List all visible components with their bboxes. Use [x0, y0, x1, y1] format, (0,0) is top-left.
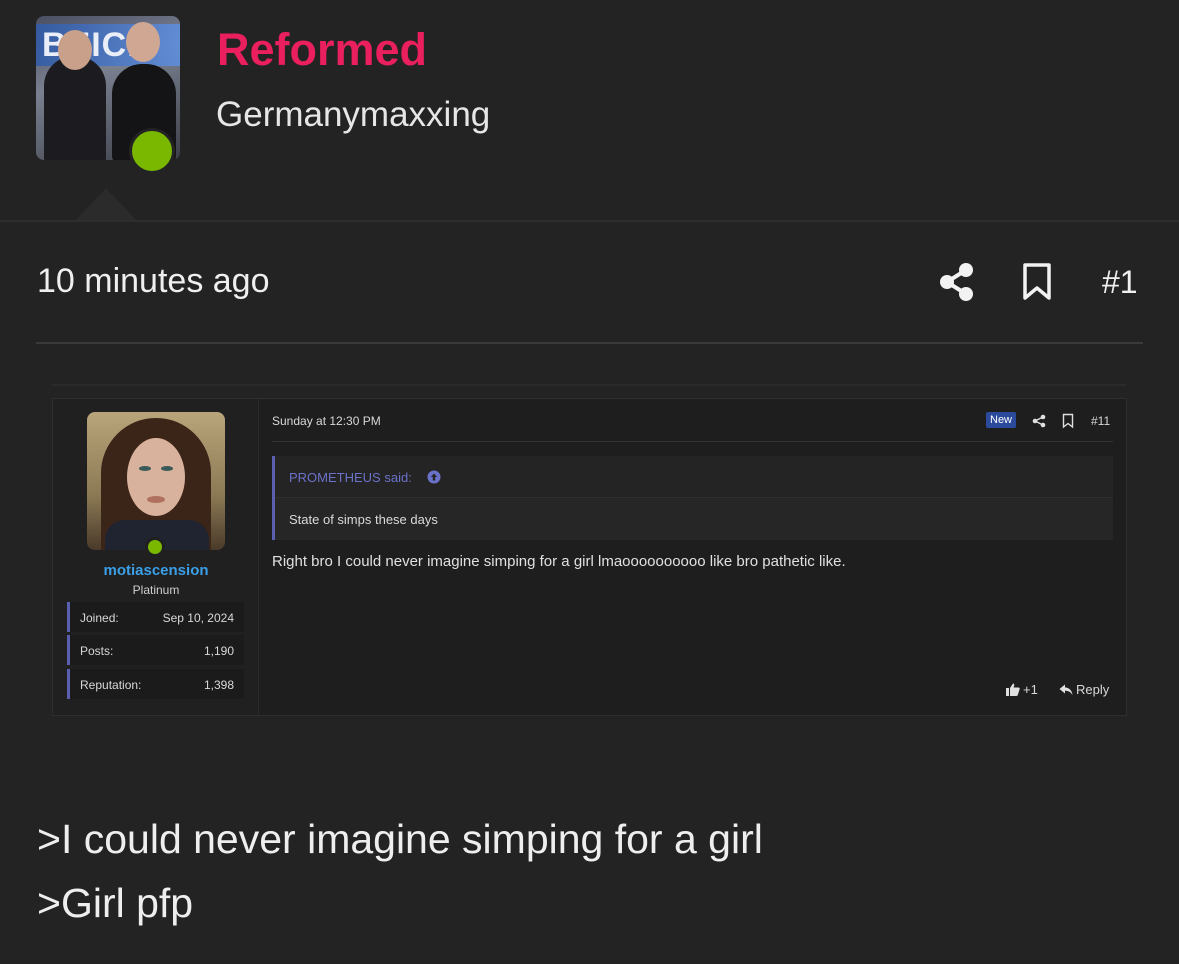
- post-text-line-1: >I could never imagine simping for a gir…: [37, 816, 763, 862]
- embed-avatar-lips: [147, 496, 165, 503]
- avatar-person-left: [44, 56, 106, 160]
- embed-stat-reputation: Reputation: 1,398: [67, 669, 244, 699]
- embed-post-main: Sunday at 12:30 PM New #11 PROMETHEUS sa…: [259, 399, 1126, 715]
- reply-label: Reply: [1076, 682, 1110, 697]
- quote-text: State of simps these days: [289, 512, 438, 527]
- quote-author[interactable]: PROMETHEUS said:: [289, 470, 412, 485]
- embed-author-sidebar: motiascension Platinum Joined: Sep 10, 2…: [53, 399, 259, 715]
- embed-bookmark-icon[interactable]: [1062, 413, 1074, 429]
- post-number[interactable]: #1: [1102, 264, 1138, 301]
- stat-label: Posts:: [80, 644, 114, 658]
- bookmark-icon[interactable]: [1022, 262, 1052, 302]
- user-avatar[interactable]: BEICH: [36, 16, 180, 174]
- embed-stat-posts: Posts: 1,190: [67, 635, 244, 665]
- embed-online-indicator: [145, 537, 165, 557]
- quote-header: PROMETHEUS said:: [275, 456, 1113, 498]
- embed-post-body: Right bro I could never imagine simping …: [272, 553, 846, 570]
- new-badge: New: [986, 412, 1017, 428]
- quote-block: PROMETHEUS said: State of simps these da…: [272, 456, 1113, 540]
- embed-avatar-eye-left: [139, 466, 151, 471]
- embedded-post-screenshot: motiascension Platinum Joined: Sep 10, 2…: [52, 398, 1127, 716]
- post-text-line-2: >Girl pfp: [37, 880, 194, 926]
- embed-avatar-face: [127, 438, 185, 516]
- embed-reaction-summary[interactable]: +1: [1006, 682, 1038, 697]
- header-divider: [0, 220, 1179, 222]
- stat-label: Reputation:: [80, 678, 142, 692]
- avatar-person-right-head: [126, 22, 160, 62]
- user-title: Germanymaxxing: [216, 95, 491, 134]
- thumbs-up-icon: [1006, 683, 1020, 696]
- stat-label: Joined:: [80, 611, 119, 625]
- embed-top-line: [52, 384, 1126, 386]
- embed-user-rank: Platinum: [132, 583, 180, 597]
- share-icon[interactable]: [939, 262, 975, 302]
- embed-avatar[interactable]: [87, 412, 225, 550]
- embed-reply-button[interactable]: Reply: [1059, 682, 1109, 697]
- embed-stat-joined: Joined: Sep 10, 2024: [67, 602, 244, 632]
- header-caret: [74, 188, 138, 222]
- embed-header-divider: [272, 441, 1113, 442]
- embed-post-date[interactable]: Sunday at 12:30 PM: [272, 414, 381, 428]
- post-header: BEICH Reformed Germanymaxxing: [0, 0, 1179, 222]
- embed-avatar-eye-right: [161, 466, 173, 471]
- stat-value: 1,190: [203, 644, 234, 658]
- meta-divider: [36, 342, 1143, 344]
- online-status-indicator: [129, 128, 175, 174]
- post-timestamp[interactable]: 10 minutes ago: [37, 262, 270, 301]
- embed-share-icon[interactable]: [1032, 414, 1046, 428]
- username[interactable]: Reformed: [217, 24, 427, 76]
- stat-value: Sep 10, 2024: [162, 611, 234, 625]
- embed-post-number[interactable]: #11: [1091, 414, 1110, 428]
- stat-value: 1,398: [203, 678, 234, 692]
- quote-jump-arrow-icon[interactable]: [427, 470, 441, 484]
- avatar-person-left-head: [58, 30, 92, 70]
- reply-icon: [1059, 684, 1073, 695]
- embed-username[interactable]: motiascension: [53, 562, 259, 579]
- reaction-count: +1: [1023, 682, 1038, 697]
